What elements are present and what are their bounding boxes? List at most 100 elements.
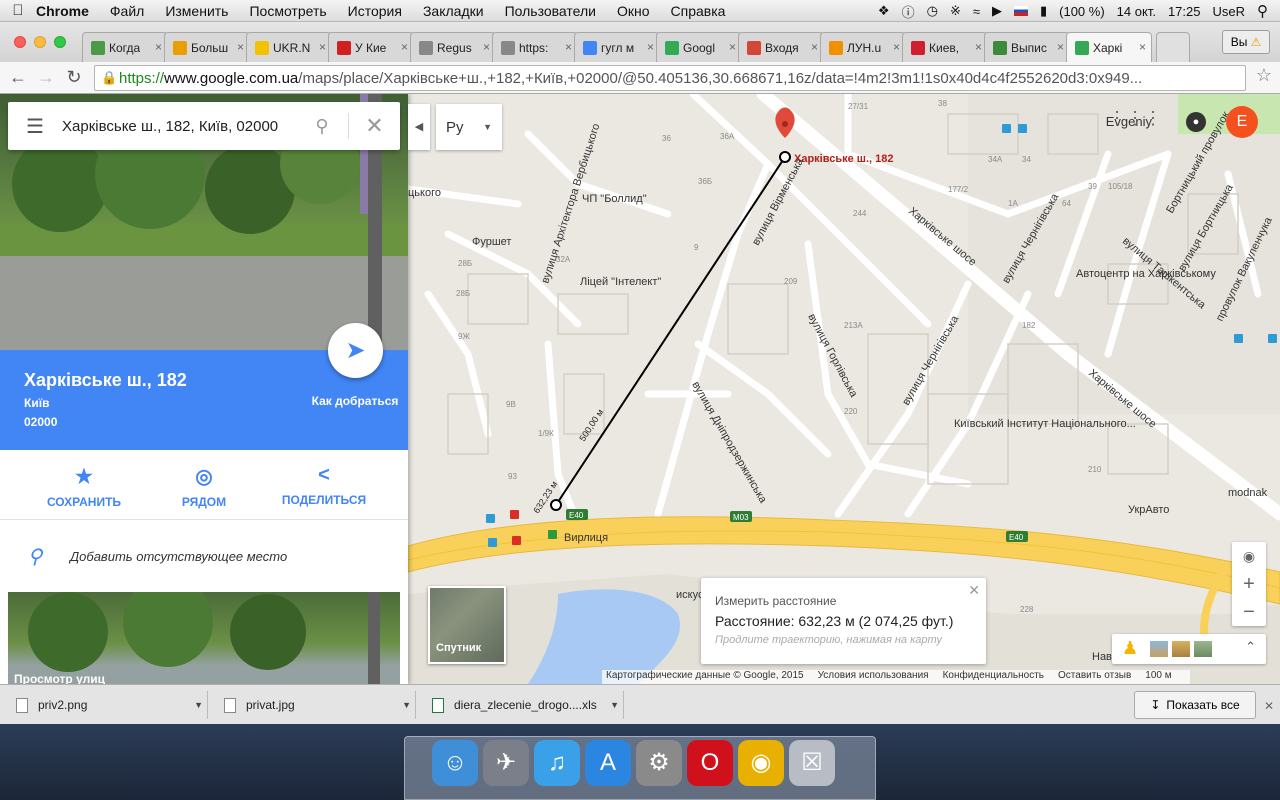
zoom-window-icon[interactable] [54,36,66,48]
close-tab-icon[interactable]: × [319,40,326,54]
pin-label[interactable]: Харківське ш., 182 [794,153,893,165]
map-label[interactable]: УкрАвто [1128,504,1169,516]
close-window-icon[interactable] [14,36,26,48]
chrome-icon[interactable]: ◉ [738,740,784,786]
expand-imagery-icon[interactable]: ⌃ [1245,639,1256,655]
satellite-toggle[interactable]: Спутник [428,586,506,664]
tab[interactable]: У Кие × [328,32,414,62]
trash-icon[interactable]: ☒ [789,740,835,786]
chevron-down-icon[interactable]: ▼ [194,700,203,710]
metro-icon[interactable] [512,536,521,545]
privacy-link[interactable]: Конфиденциальность [943,670,1044,684]
tab[interactable]: Googl × [656,32,742,62]
volume-icon[interactable]: ▶ [992,3,1002,19]
minimize-window-icon[interactable] [34,36,46,48]
menu-help[interactable]: Справка [671,3,726,19]
dropbox-icon[interactable]: ❖ [878,3,890,19]
tab[interactable]: Киев, × [902,32,988,62]
search-icon[interactable]: ⚲ [296,116,348,137]
terms-link[interactable]: Условия использования [818,670,929,684]
my-location-icon[interactable]: ◉ [1232,542,1266,570]
finder-icon[interactable]: ☺ [432,740,478,786]
pegman-icon[interactable]: ♟ [1122,638,1138,659]
measure-end-point[interactable] [779,151,791,163]
status-icon[interactable]: ⓘ [902,2,915,21]
map-label[interactable]: цького [408,187,441,199]
map-label[interactable]: Київський Інститут Національного... [954,418,1136,430]
directions-button[interactable]: ➤ [328,323,383,378]
input-flag-icon[interactable] [1013,6,1028,16]
close-measure-icon[interactable]: ✕ [968,582,980,599]
map-label[interactable]: искус [676,589,704,601]
bus-stop-icon[interactable] [1268,334,1277,343]
map-label[interactable]: ЧП "Боллид" [582,193,647,205]
avatar[interactable]: E [1226,106,1258,138]
tab[interactable]: Больш × [164,32,250,62]
nearby-button[interactable]: ◎ РЯДОМ [154,464,254,509]
language-select[interactable]: Ру ▼ [436,104,502,150]
bookmark-star-icon[interactable]: ☆ [1256,65,1272,86]
bus-stop-icon[interactable] [1234,334,1243,343]
menu-history[interactable]: История [348,3,402,19]
tab[interactable]: Выпис × [984,32,1070,62]
menu-time[interactable]: 17:25 [1168,4,1201,19]
save-button[interactable]: ★ СОХРАНИТЬ [34,464,134,509]
metro-station-icon[interactable] [548,530,557,539]
search-box[interactable]: ☰ Харківське ш., 182, Київ, 02000 ⚲ ✕ [8,102,400,150]
new-tab-button[interactable] [1156,32,1190,62]
menu-file[interactable]: Файл [110,3,144,19]
directions-label[interactable]: Как добраться [310,394,400,409]
spotlight-icon[interactable]: ⚲ [1257,2,1268,20]
collapse-panel-button[interactable]: ◀ [408,104,430,150]
show-all-downloads-button[interactable]: ↧ Показать все [1134,691,1256,719]
metro-icon[interactable] [510,510,519,519]
close-tab-icon[interactable]: × [483,40,490,54]
battery-icon[interactable]: ▮ [1040,3,1047,19]
map-label[interactable]: modnak [1228,487,1268,499]
chevron-down-icon[interactable]: ▼ [610,700,619,710]
reload-icon[interactable]: ↻ [62,67,86,88]
time-machine-icon[interactable]: ◷ [927,3,938,19]
download-item[interactable]: privat.jpg ▼ [212,691,416,719]
share-button[interactable]: < ПОДЕЛИТЬСЯ [274,464,374,507]
apple-menu-icon[interactable]:  [0,2,36,19]
menu-bookmarks[interactable]: Закладки [423,3,484,19]
close-tab-icon[interactable]: × [893,40,900,54]
download-item[interactable]: priv2.png ▼ [4,691,208,719]
clear-search-icon[interactable]: ✕ [348,113,400,139]
street-view-thumb-3[interactable] [1194,641,1212,657]
close-tab-icon[interactable]: × [975,40,982,54]
app-store-icon[interactable]: A [585,740,631,786]
close-tab-icon[interactable]: × [237,40,244,54]
launchpad-icon[interactable]: ✈ [483,740,529,786]
search-input[interactable]: Харківське ш., 182, Київ, 02000 [62,118,296,135]
tab[interactable]: Regus × [410,32,496,62]
bus-stop-icon[interactable] [488,538,497,547]
menu-edit[interactable]: Изменить [165,3,228,19]
notifications-bell-icon[interactable]: ● [1186,112,1206,132]
close-tab-icon[interactable]: × [401,40,408,54]
menu-user[interactable]: UseR [1212,4,1245,19]
tab[interactable]: Когда × [82,32,168,62]
bus-stop-icon[interactable] [486,514,495,523]
bluetooth-icon[interactable]: ※ [950,3,961,19]
back-icon[interactable]: ← [6,67,30,88]
street-view-thumb-1[interactable] [1150,641,1168,657]
address-bar[interactable]: 🔒 https:// www.google.com.ua /maps/place… [94,65,1246,91]
street-view-thumbnail[interactable]: Просмотр улиц [8,592,400,684]
close-tab-icon[interactable]: × [811,40,818,54]
menu-app-name[interactable]: Chrome [36,3,89,19]
close-tab-icon[interactable]: × [729,40,736,54]
map-label[interactable]: Автоцентр на Харківському [1076,268,1216,280]
bus-stop-icon[interactable] [1002,124,1011,133]
measure-start-point[interactable] [550,499,562,511]
tab[interactable]: UKR.N × [246,32,332,62]
map-label[interactable]: Ліцей "Інтелект" [580,276,661,288]
menu-view[interactable]: Посмотреть [249,3,326,19]
menu-date[interactable]: 14 окт. [1117,4,1156,19]
tab[interactable]: ЛУН.u × [820,32,906,62]
close-downloads-icon[interactable]: ✕ [1264,699,1274,713]
opera-icon[interactable]: O [687,740,733,786]
tab[interactable]: гугл м × [574,32,660,62]
system-preferences-icon[interactable]: ⚙ [636,740,682,786]
